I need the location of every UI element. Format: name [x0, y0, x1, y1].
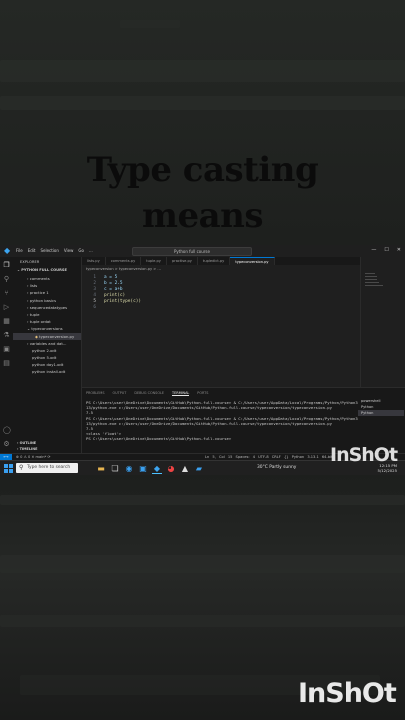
taskbar-apps: ▬ ❏ ◉ ▣ ◆ ◕ ▲ ▰: [96, 464, 204, 474]
code-editor[interactable]: 1a = 5 2b = 2.5 3c = a+b 4 print(c) 5 prin…: [82, 275, 360, 311]
app-icon[interactable]: ▲: [180, 464, 190, 473]
menu-more[interactable]: ...: [89, 248, 93, 253]
docker-icon[interactable]: ▤: [3, 360, 10, 367]
timeline-section[interactable]: › TIMELINE: [17, 447, 37, 451]
minimap[interactable]: [365, 271, 389, 301]
tree-folder-python-basics[interactable]: › python basics: [13, 297, 81, 304]
testing-icon[interactable]: ⚗: [3, 332, 10, 339]
outline-section[interactable]: › OUTLINE: [17, 441, 36, 445]
tree-folder-tuple[interactable]: › tuple: [13, 311, 81, 318]
tab-lists[interactable]: lists.py: [82, 257, 106, 265]
chrome-icon[interactable]: ◕: [166, 464, 176, 473]
weather-widget[interactable]: 30°C Partly sunny: [257, 465, 296, 470]
minimize-button[interactable]: —: [371, 247, 376, 253]
activity-bar: ❐ ⚲ ⑂ ▷ ▦ ⚗ ▣ ▤ ◯ ⚙: [0, 257, 14, 453]
code-line: 6: [93, 305, 96, 310]
tab-comments[interactable]: comments.py: [106, 257, 142, 265]
tab-problems[interactable]: PROBLEMS: [86, 391, 105, 396]
settings-icon[interactable]: ⚙: [3, 441, 10, 448]
vscode-taskbar-icon[interactable]: ◆: [152, 464, 162, 474]
command-center-search[interactable]: Python full course: [132, 247, 252, 256]
tree-file-python-2[interactable]: python 2.odt: [13, 347, 81, 354]
workspace-folder[interactable]: ⌄ PYTHON FULL COURSE: [17, 268, 67, 272]
tree-folder-lists[interactable]: › lists: [13, 282, 81, 289]
maximize-button[interactable]: ☐: [384, 247, 388, 253]
overlay-title-line-2: means: [142, 196, 264, 236]
source-control-icon[interactable]: ⑂: [3, 290, 10, 297]
terminal-line: PS C:\Users\user\OneDrive\Documents\GitH…: [86, 400, 358, 411]
terminal-prompt: PS C:\Users\user\OneDrive\Documents\GitH…: [86, 436, 232, 442]
menu-view[interactable]: View: [64, 248, 74, 253]
edge-icon[interactable]: ◉: [124, 464, 134, 473]
explorer-sidebar: EXPLORER ⌄ PYTHON FULL COURSE › comments…: [13, 257, 82, 453]
tab-tuple[interactable]: tuple.py: [141, 257, 167, 265]
terminal-line: PS C:\Users\user\OneDrive\Documents\GitH…: [86, 415, 358, 426]
vscode-window: ◆ File Edit Selection View Go ... Python…: [0, 245, 405, 475]
extensions-icon[interactable]: ▦: [3, 318, 10, 325]
menu-selection[interactable]: Selection: [40, 248, 58, 253]
search-placeholder: Type here to search: [27, 465, 71, 470]
overlay-title-line-1: Type casting: [86, 150, 319, 190]
tab-ports[interactable]: PORTS: [197, 391, 208, 396]
tab-terminal[interactable]: TERMINAL: [172, 391, 190, 396]
tab-output[interactable]: OUTPUT: [113, 391, 127, 396]
tree-folder-tuple-ordat[interactable]: › tuple ordat: [13, 318, 81, 325]
tab-tupledict[interactable]: tupledict.py: [198, 257, 231, 265]
run-debug-icon[interactable]: ▷: [3, 304, 10, 311]
close-button[interactable]: ✕: [397, 247, 401, 253]
terminal-instance-list: powershell Python Python: [358, 398, 404, 416]
minimap-region: [360, 257, 405, 387]
explorer-header: EXPLORER: [20, 260, 40, 264]
tab-debug-console[interactable]: DEBUG CONSOLE: [134, 391, 164, 396]
menu-go[interactable]: Go: [78, 248, 84, 253]
tree-file-python-day1[interactable]: python day1.odt: [13, 361, 81, 368]
file-tree: › comments › lists › practice 1 › python…: [13, 275, 81, 376]
clock-date: 5/12/2025: [377, 468, 397, 473]
taskbar-search-box[interactable]: ⚲ Type here to search: [16, 463, 78, 473]
window-controls: — ☐ ✕: [371, 247, 401, 253]
search-icon[interactable]: ⚲: [3, 276, 10, 283]
editor-tabs: lists.py comments.py tuple.py practise.p…: [82, 257, 360, 265]
vscode-logo-icon: ◆: [4, 246, 11, 255]
files-icon[interactable]: ❐: [3, 262, 10, 269]
panel-tabs: PROBLEMS OUTPUT DEBUG CONSOLE TERMINAL P…: [86, 391, 208, 396]
file-explorer-icon[interactable]: ▬: [96, 464, 106, 473]
inshot-watermark: InShOt: [330, 444, 398, 466]
tree-file-python-5[interactable]: python 5.odt: [13, 354, 81, 361]
tab-practise[interactable]: practise.py: [167, 257, 198, 265]
menu-edit[interactable]: Edit: [28, 248, 36, 253]
store-icon[interactable]: ▣: [138, 464, 148, 473]
tree-folder-comments[interactable]: › comments: [13, 275, 81, 282]
screen-recorder-icon[interactable]: ▰: [194, 464, 204, 473]
terminal-output[interactable]: PS C:\Users\user\OneDrive\Documents\GitH…: [86, 400, 358, 442]
tree-folder-variables[interactable]: › variables and dat...: [13, 340, 81, 347]
menu-file[interactable]: File: [16, 248, 23, 253]
task-view-icon[interactable]: ❏: [110, 464, 120, 473]
inshot-watermark-bottom: InShOt: [298, 678, 397, 709]
tree-file-typeconversion-py[interactable]: ◆ typeconversion.py: [13, 332, 81, 340]
search-icon: ⚲: [19, 464, 24, 471]
editor-area: lists.py comments.py tuple.py practise.p…: [82, 257, 360, 387]
tab-typeconversion[interactable]: typeconversion.py: [230, 257, 275, 265]
tree-folder-practice[interactable]: › practice 1: [13, 289, 81, 296]
tree-folder-typeconversions[interactable]: ⌄ typeconversions: [13, 325, 81, 332]
tree-file-python-install[interactable]: python install.odt: [13, 368, 81, 375]
breadcrumb[interactable]: typeconversion > typeconversion.py > ...: [86, 267, 161, 271]
windows-start-icon[interactable]: [4, 464, 13, 473]
remote-icon[interactable]: ▣: [3, 346, 10, 353]
accounts-icon[interactable]: ◯: [3, 427, 11, 434]
tree-folder-sequencedatatypes[interactable]: › sequencedatatypes: [13, 304, 81, 311]
terminal-instance-python-active[interactable]: Python: [358, 410, 404, 416]
menu-bar: File Edit Selection View Go ...: [16, 248, 93, 253]
